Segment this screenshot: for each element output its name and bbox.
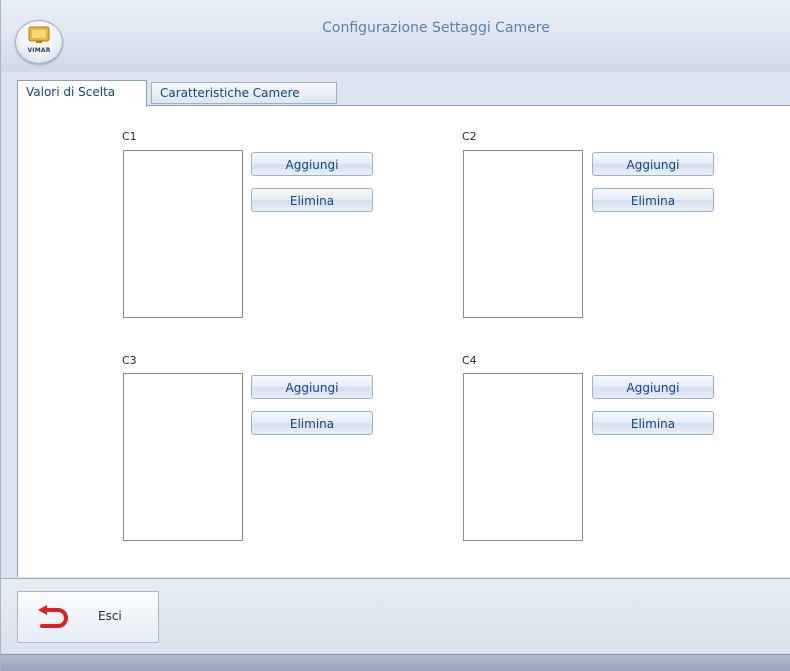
- status-bar: [1, 654, 790, 671]
- exit-button[interactable]: Esci: [17, 591, 159, 643]
- listbox-c1[interactable]: [123, 150, 243, 318]
- tab-valori-di-scelta[interactable]: Valori di Scelta: [17, 80, 147, 107]
- title-bar: VIMAR Configurazione Settaggi Camere: [1, 0, 790, 72]
- listbox-c3[interactable]: [123, 373, 243, 541]
- tab-panel-valori-di-scelta: C1 Aggiungi Elimina C2 Aggiungi Elimina …: [17, 105, 790, 577]
- listbox-c4[interactable]: [463, 373, 583, 541]
- app-window: VIMAR Configurazione Settaggi Camere Val…: [0, 0, 790, 671]
- undo-arrow-icon: [38, 605, 68, 628]
- group-label-c1: C1: [122, 130, 137, 143]
- add-button-c2[interactable]: Aggiungi: [592, 152, 714, 176]
- listbox-c2[interactable]: [463, 150, 583, 318]
- tab-strip: Valori di Scelta Caratteristiche Camere: [17, 80, 777, 107]
- vimar-logo-icon: [28, 26, 50, 43]
- logo-text: VIMAR: [27, 47, 51, 54]
- delete-button-c2[interactable]: Elimina: [592, 188, 714, 212]
- group-label-c2: C2: [462, 130, 477, 143]
- exit-label: Esci: [98, 609, 122, 623]
- delete-button-c1[interactable]: Elimina: [251, 188, 373, 212]
- group-label-c3: C3: [122, 354, 137, 367]
- add-button-c1[interactable]: Aggiungi: [251, 152, 373, 176]
- delete-button-c4[interactable]: Elimina: [592, 411, 714, 435]
- window-title: Configurazione Settaggi Camere: [322, 20, 550, 36]
- app-menu-button[interactable]: VIMAR: [15, 20, 63, 64]
- add-button-c4[interactable]: Aggiungi: [592, 375, 714, 399]
- tab-caratteristiche-camere[interactable]: Caratteristiche Camere: [151, 82, 337, 104]
- delete-button-c3[interactable]: Elimina: [251, 411, 373, 435]
- group-label-c4: C4: [462, 354, 477, 367]
- add-button-c3[interactable]: Aggiungi: [251, 375, 373, 399]
